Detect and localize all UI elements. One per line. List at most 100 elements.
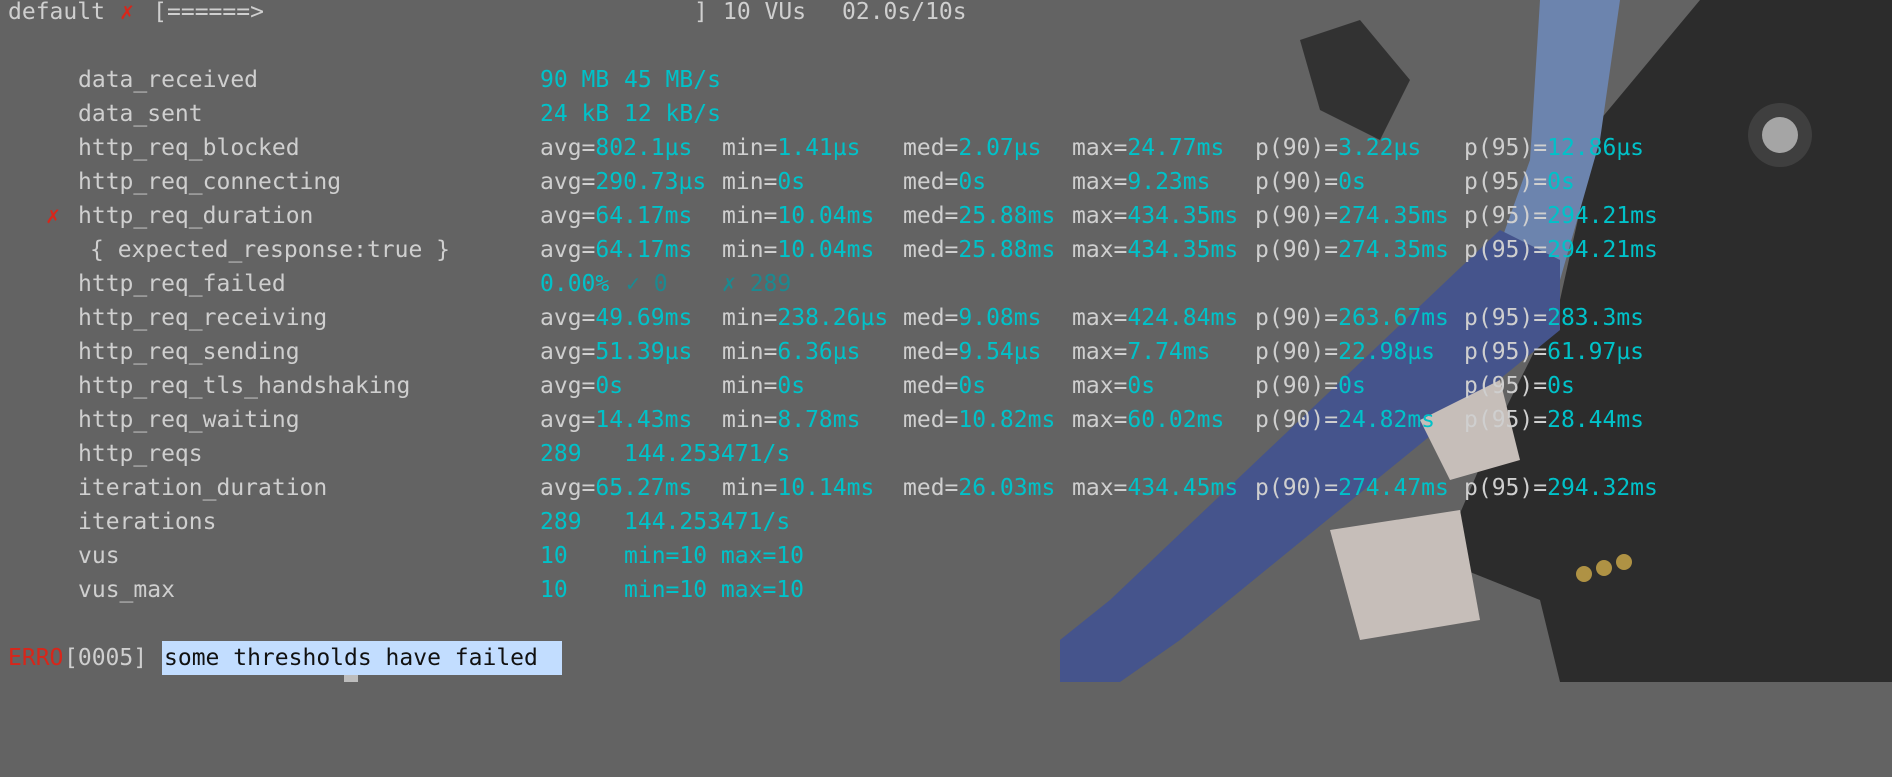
stat-label: avg= (540, 169, 596, 195)
stat-value: 283.3ms (1547, 305, 1645, 331)
stat-value: 274.47ms (1338, 475, 1449, 501)
stat-value: 0s (777, 169, 806, 195)
stat-med: med=26.03ms (903, 471, 1055, 505)
stat-p95: p(95)=61.97µs (1464, 335, 1644, 369)
stat-value: 274.35ms (1338, 237, 1449, 263)
stat-label: med= (903, 475, 959, 501)
stat-p90: p(90)=274.35ms (1255, 233, 1449, 267)
metric-name: http_req_tls_handshaking (78, 373, 411, 399)
metric-name: http_reqs (78, 441, 203, 467)
stat-value: 24.82ms (1338, 407, 1436, 433)
stat-p90: p(90)=274.35ms (1255, 199, 1449, 233)
stat-value: 0s (1338, 169, 1366, 195)
threshold-fail-icon: ✗ (46, 203, 60, 229)
error-message[interactable]: some thresholds have failed (162, 641, 562, 675)
metric-value: 10 (540, 577, 568, 603)
stat-value: 7.74ms (1127, 339, 1211, 365)
stat-p90: p(90)=263.67ms (1255, 301, 1449, 335)
stat-avg: avg=0s (540, 369, 623, 403)
stat-max: max=434.45ms (1072, 471, 1238, 505)
vus-count: 10 VUs (723, 0, 807, 25)
stat-label: max= (1072, 475, 1128, 501)
stat-avg: avg=64.17ms (540, 233, 692, 267)
stat-label: min= (722, 135, 778, 161)
stat-value: 290.73µs (595, 169, 707, 195)
stat-label: p(90)= (1255, 407, 1339, 433)
metric-passes: ✓ 0 (626, 271, 668, 297)
stat-med: med=0s (903, 369, 986, 403)
stat-min: min=0s (722, 369, 805, 403)
stat-value: 28.44ms (1547, 407, 1645, 433)
stat-p95: p(95)=294.21ms (1464, 233, 1658, 267)
stat-label: p(95)= (1464, 203, 1548, 229)
stat-max: max=7.74ms (1072, 335, 1210, 369)
stat-value: 0s (1338, 373, 1366, 399)
stat-value: 9.23ms (1127, 169, 1211, 195)
stat-value: 294.21ms (1547, 237, 1658, 263)
progress-bar: ======> (167, 0, 264, 25)
stat-value: 294.21ms (1547, 203, 1658, 229)
stat-avg: avg=65.27ms (540, 471, 692, 505)
stat-p90: p(90)=24.82ms (1255, 403, 1435, 437)
stat-value: 294.32ms (1547, 475, 1658, 501)
progress-line: default ✗ [ ======> ] 10 VUs 02.0s/10s (8, 0, 967, 29)
metric-name: http_req_connecting (78, 169, 342, 195)
stat-label: min= (722, 305, 778, 331)
stat-value: 10.14ms (777, 475, 875, 501)
stat-label: med= (903, 407, 959, 433)
metric-name: { expected_response:true } (90, 237, 451, 263)
stat-label: med= (903, 203, 959, 229)
stat-label: max= (1072, 237, 1128, 263)
stat-label: max= (1072, 203, 1128, 229)
progress-open: [ (153, 0, 167, 25)
stat-p90: p(90)=274.47ms (1255, 471, 1449, 505)
metric-rate: 144.253471/s (624, 509, 791, 535)
stat-label: med= (903, 339, 959, 365)
stat-label: p(90)= (1255, 169, 1339, 195)
metric-value: 24 kB (540, 101, 610, 127)
stat-label: med= (903, 237, 959, 263)
stat-avg: avg=290.73µs (540, 165, 706, 199)
stat-avg: avg=49.69ms (540, 301, 692, 335)
stat-min: min=8.78ms (722, 403, 860, 437)
stat-label: p(95)= (1464, 373, 1548, 399)
stat-label: max= (1072, 373, 1128, 399)
stat-value: 1.41µs (777, 135, 861, 161)
stat-value: 60.02ms (1127, 407, 1225, 433)
stat-label: p(90)= (1255, 339, 1339, 365)
elapsed-time: 02.0s/10s (842, 0, 967, 25)
progress-close: ] (694, 0, 708, 25)
stat-p95: p(95)=294.21ms (1464, 199, 1658, 233)
stat-max: max=0s (1072, 369, 1155, 403)
metric-name: vus_max (78, 577, 175, 603)
metric-rate: 12 kB/s (624, 101, 721, 127)
stat-p95: p(95)=294.32ms (1464, 471, 1658, 505)
metric-name: data_received (78, 67, 259, 93)
stat-value: 51.39µs (595, 339, 693, 365)
stat-value: 274.35ms (1338, 203, 1449, 229)
stat-label: max= (1072, 135, 1128, 161)
error-level: ERRO (8, 645, 64, 671)
stat-avg: avg=14.43ms (540, 403, 692, 437)
stat-label: p(90)= (1255, 373, 1339, 399)
stat-label: max= (1072, 169, 1128, 195)
stat-value: 22.98µs (1338, 339, 1436, 365)
stat-label: p(90)= (1255, 237, 1339, 263)
stat-p95: p(95)=28.44ms (1464, 403, 1644, 437)
stat-value: 9.08ms (958, 305, 1042, 331)
stat-value: 263.67ms (1338, 305, 1449, 331)
stat-value: 6.36µs (777, 339, 861, 365)
metric-rate: 45 MB/s (624, 67, 721, 93)
stat-value: 64.17ms (595, 237, 693, 263)
stat-p95: p(95)=283.3ms (1464, 301, 1644, 335)
stat-max: max=9.23ms (1072, 165, 1210, 199)
stat-med: med=25.88ms (903, 233, 1055, 267)
stat-value: 0s (595, 373, 624, 399)
error-code: [0005] (64, 645, 148, 671)
stat-label: max= (1072, 407, 1128, 433)
stat-label: p(90)= (1255, 305, 1339, 331)
stat-value: 10.04ms (777, 237, 875, 263)
stat-max: max=424.84ms (1072, 301, 1238, 335)
stat-label: avg= (540, 237, 596, 263)
stat-med: med=9.54µs (903, 335, 1041, 369)
